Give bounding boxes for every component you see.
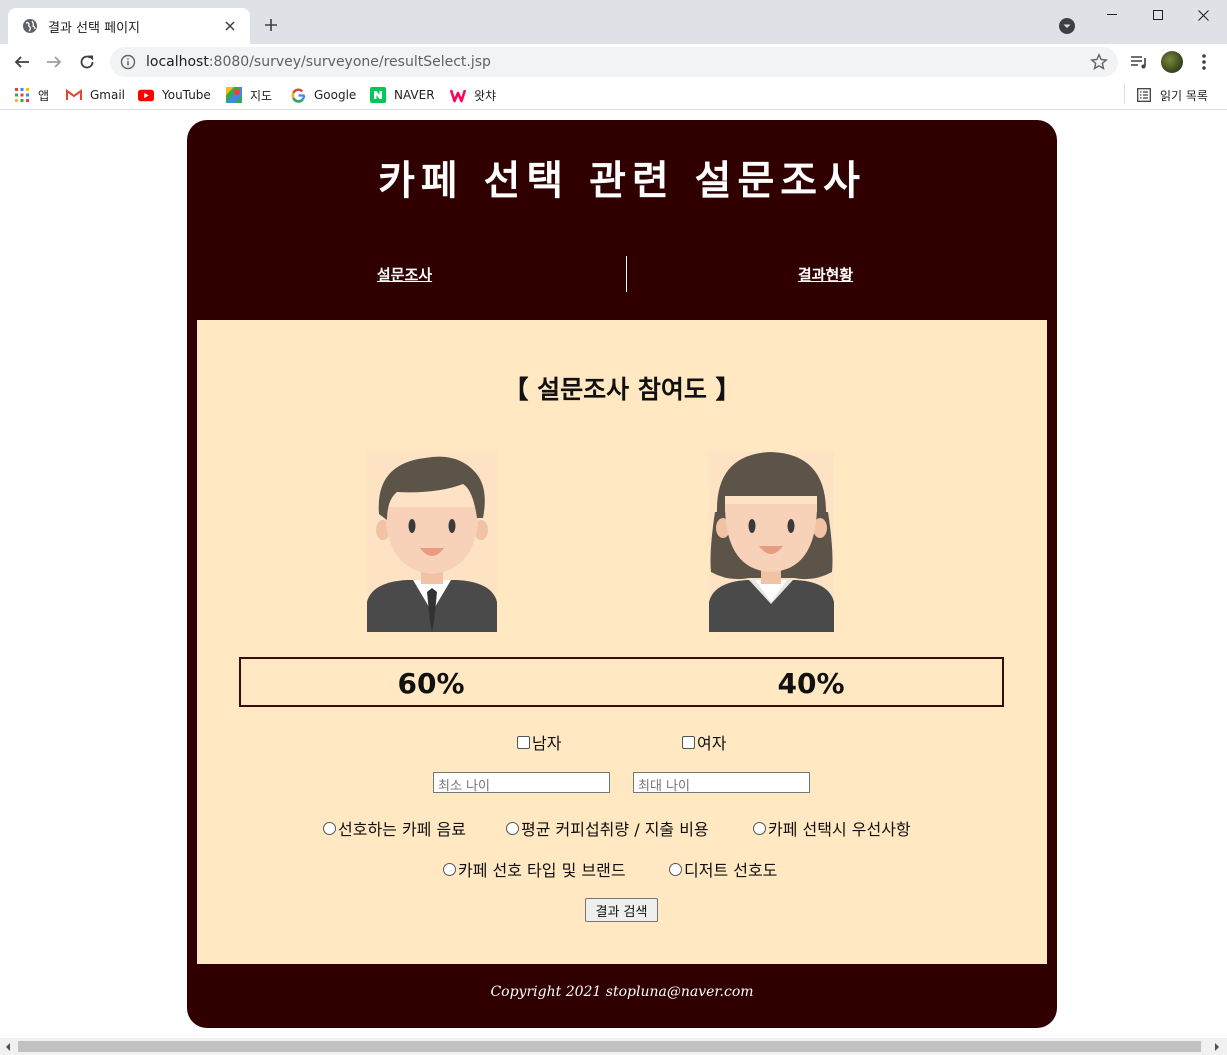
url-text: localhost:8080/survey/surveyone/resultSe…: [146, 54, 491, 70]
back-icon[interactable]: [10, 50, 34, 74]
naver-icon: [370, 87, 386, 103]
bookmark-gmail[interactable]: Gmail: [66, 85, 125, 105]
apps-grid-icon: [14, 87, 30, 103]
tab-search-icon[interactable]: [1058, 17, 1076, 35]
close-tab-icon[interactable]: [220, 16, 240, 36]
bookmarks-bar: 앱 Gmail YouTube 지도 Google NAVER 왓챠 읽기 목록: [0, 80, 1227, 110]
max-age-input[interactable]: 최대 나이: [633, 772, 810, 794]
watcha-icon: [450, 87, 466, 103]
content-panel: 【 설문조사 참여도 】 60% 40% 남자 여자 최소 나이 최대 나이 선…: [197, 320, 1047, 964]
forward-icon[interactable]: [42, 50, 66, 74]
nav-link-results[interactable]: 결과현황: [608, 264, 1043, 285]
bookmark-star-icon[interactable]: [1090, 53, 1108, 71]
reading-list-icon: [1136, 87, 1152, 103]
gmail-icon: [66, 87, 82, 103]
youtube-icon: [138, 87, 154, 103]
tab-title: 결과 선택 페이지: [48, 20, 140, 36]
participation-percent-box: 60% 40%: [239, 657, 1004, 707]
male-percent: 60%: [397, 667, 465, 700]
minimize-icon[interactable]: [1089, 0, 1135, 30]
nav-link-survey[interactable]: 설문조사: [187, 264, 622, 285]
bookmark-google[interactable]: Google: [290, 85, 356, 105]
bookmark-watcha[interactable]: 왓챠: [450, 85, 496, 105]
female-avatar-image: [709, 452, 834, 632]
copyright-footer: Copyright 2021 stopluna@naver.com: [490, 984, 754, 1000]
scrollbar-thumb[interactable]: [18, 1041, 1201, 1052]
maps-icon: [226, 87, 242, 103]
reading-list[interactable]: 읽기 목록: [1136, 85, 1208, 105]
bookmark-naver[interactable]: NAVER: [370, 85, 435, 105]
browser-toolbar: localhost:8080/survey/surveyone/resultSe…: [0, 44, 1227, 80]
address-bar[interactable]: localhost:8080/survey/surveyone/resultSe…: [110, 47, 1118, 77]
bookmarks-separator: [1124, 84, 1125, 104]
horizontal-scrollbar[interactable]: [0, 1038, 1227, 1055]
radio-cafe-type-brand[interactable]: 카페 선호 타입 및 브랜드: [443, 857, 626, 881]
new-tab-icon[interactable]: [260, 14, 282, 36]
male-checkbox-box[interactable]: [517, 735, 530, 749]
bookmark-maps[interactable]: 지도: [226, 85, 272, 105]
checkbox-female[interactable]: 여자: [682, 730, 726, 754]
category-row-2: 카페 선호 타입 및 브랜드 디저트 선호도: [197, 857, 1047, 880]
female-percent: 40%: [777, 667, 845, 700]
section-title: 【 설문조사 참여도 】: [503, 375, 741, 404]
profile-avatar[interactable]: [1160, 50, 1184, 74]
bookmark-youtube[interactable]: YouTube: [138, 85, 211, 105]
checkbox-male[interactable]: 남자: [517, 730, 561, 754]
google-icon: [290, 87, 306, 103]
info-icon[interactable]: [120, 54, 136, 70]
radio-cafe-priority[interactable]: 카페 선택시 우선사항: [753, 816, 911, 840]
bookmark-apps[interactable]: 앱: [14, 85, 49, 105]
browser-titlebar: 결과 선택 페이지: [0, 0, 1227, 44]
radio-dessert-preference[interactable]: 디저트 선호도: [669, 857, 777, 881]
male-avatar-image: [367, 452, 497, 632]
radio-circle[interactable]: [443, 862, 456, 876]
female-checkbox-box[interactable]: [682, 735, 695, 749]
close-window-icon[interactable]: [1180, 0, 1226, 30]
site-title: 카페 선택 관련 설문조사: [378, 157, 866, 204]
browser-tab[interactable]: 결과 선택 페이지: [8, 8, 250, 44]
radio-circle[interactable]: [323, 821, 336, 835]
gender-row: 남자 여자: [197, 730, 1047, 753]
search-results-button[interactable]: 결과 검색: [585, 898, 658, 922]
scroll-right-icon[interactable]: [1211, 1041, 1223, 1052]
media-playlist-icon[interactable]: [1127, 50, 1151, 74]
menu-icon[interactable]: [1192, 50, 1216, 74]
maximize-icon[interactable]: [1135, 0, 1181, 30]
radio-circle[interactable]: [669, 862, 682, 876]
reload-icon[interactable]: [75, 50, 99, 74]
globe-icon: [22, 18, 38, 34]
radio-favorite-drink[interactable]: 선호하는 카페 음료: [323, 816, 466, 840]
radio-circle[interactable]: [506, 821, 519, 835]
scroll-left-icon[interactable]: [2, 1041, 14, 1052]
radio-circle[interactable]: [753, 821, 766, 835]
main-nav: 설문조사 결과현황: [187, 256, 1057, 292]
radio-coffee-intake[interactable]: 평균 커피섭취량 / 지출 비용: [506, 816, 709, 840]
category-row-1: 선호하는 카페 음료 평균 커피섭취량 / 지출 비용 카페 선택시 우선사항: [197, 816, 1047, 839]
min-age-input[interactable]: 최소 나이: [433, 772, 610, 794]
